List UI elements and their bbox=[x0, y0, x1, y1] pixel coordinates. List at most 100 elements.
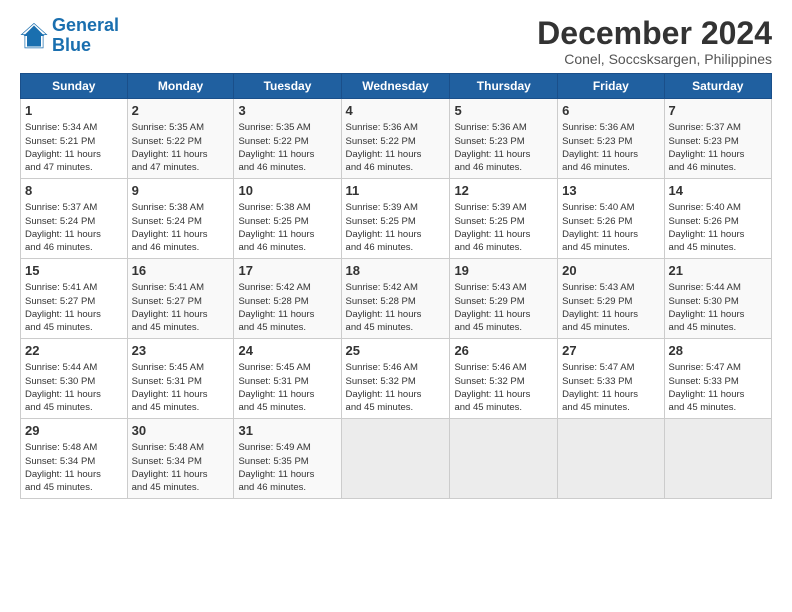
day-info: Daylight: 11 hours bbox=[25, 148, 123, 161]
header-row: Sunday Monday Tuesday Wednesday Thursday… bbox=[21, 74, 772, 99]
day-number: 15 bbox=[25, 262, 123, 280]
calendar-cell: 6Sunrise: 5:36 AMSunset: 5:23 PMDaylight… bbox=[558, 99, 664, 179]
day-number: 29 bbox=[25, 422, 123, 440]
day-info: Sunset: 5:23 PM bbox=[669, 135, 767, 148]
day-info: and 45 minutes. bbox=[238, 401, 336, 414]
day-number: 21 bbox=[669, 262, 767, 280]
day-info: and 46 minutes. bbox=[454, 161, 553, 174]
calendar-cell: 12Sunrise: 5:39 AMSunset: 5:25 PMDayligh… bbox=[450, 179, 558, 259]
day-info: Sunset: 5:22 PM bbox=[346, 135, 446, 148]
day-info: Sunrise: 5:39 AM bbox=[454, 201, 553, 214]
day-info: Sunset: 5:30 PM bbox=[669, 295, 767, 308]
calendar-cell: 25Sunrise: 5:46 AMSunset: 5:32 PMDayligh… bbox=[341, 339, 450, 419]
day-info: Sunrise: 5:46 AM bbox=[454, 361, 553, 374]
day-info: Sunset: 5:21 PM bbox=[25, 135, 123, 148]
calendar-cell: 29Sunrise: 5:48 AMSunset: 5:34 PMDayligh… bbox=[21, 419, 128, 499]
calendar-cell: 14Sunrise: 5:40 AMSunset: 5:26 PMDayligh… bbox=[664, 179, 771, 259]
col-sunday: Sunday bbox=[21, 74, 128, 99]
day-info: Daylight: 11 hours bbox=[238, 148, 336, 161]
day-info: and 45 minutes. bbox=[132, 481, 230, 494]
day-info: Sunrise: 5:48 AM bbox=[132, 441, 230, 454]
day-number: 30 bbox=[132, 422, 230, 440]
day-info: Sunset: 5:26 PM bbox=[669, 215, 767, 228]
calendar-cell: 16Sunrise: 5:41 AMSunset: 5:27 PMDayligh… bbox=[127, 259, 234, 339]
day-info: and 46 minutes. bbox=[25, 241, 123, 254]
day-info: Sunrise: 5:48 AM bbox=[25, 441, 123, 454]
day-info: Sunrise: 5:45 AM bbox=[132, 361, 230, 374]
col-saturday: Saturday bbox=[664, 74, 771, 99]
day-info: Sunset: 5:25 PM bbox=[238, 215, 336, 228]
day-info: and 45 minutes. bbox=[454, 321, 553, 334]
day-info: and 46 minutes. bbox=[238, 241, 336, 254]
calendar-cell: 30Sunrise: 5:48 AMSunset: 5:34 PMDayligh… bbox=[127, 419, 234, 499]
day-info: Sunset: 5:29 PM bbox=[562, 295, 659, 308]
day-info: Sunrise: 5:39 AM bbox=[346, 201, 446, 214]
day-info: Sunrise: 5:41 AM bbox=[25, 281, 123, 294]
day-info: Sunset: 5:28 PM bbox=[238, 295, 336, 308]
day-info: Sunset: 5:29 PM bbox=[454, 295, 553, 308]
day-info: Sunrise: 5:37 AM bbox=[669, 121, 767, 134]
day-info: Daylight: 11 hours bbox=[25, 388, 123, 401]
day-info: and 46 minutes. bbox=[669, 161, 767, 174]
day-info: Sunset: 5:34 PM bbox=[25, 455, 123, 468]
calendar-cell: 2Sunrise: 5:35 AMSunset: 5:22 PMDaylight… bbox=[127, 99, 234, 179]
header: General Blue December 2024 Conel, Soccsk… bbox=[20, 16, 772, 67]
day-info: Sunset: 5:27 PM bbox=[132, 295, 230, 308]
day-number: 22 bbox=[25, 342, 123, 360]
day-number: 7 bbox=[669, 102, 767, 120]
calendar-cell: 28Sunrise: 5:47 AMSunset: 5:33 PMDayligh… bbox=[664, 339, 771, 419]
day-info: Sunrise: 5:40 AM bbox=[562, 201, 659, 214]
logo-text: General Blue bbox=[52, 16, 119, 56]
logo: General Blue bbox=[20, 16, 119, 56]
day-info: and 46 minutes. bbox=[238, 161, 336, 174]
day-info: Sunrise: 5:35 AM bbox=[238, 121, 336, 134]
calendar-cell: 3Sunrise: 5:35 AMSunset: 5:22 PMDaylight… bbox=[234, 99, 341, 179]
day-number: 13 bbox=[562, 182, 659, 200]
day-number: 18 bbox=[346, 262, 446, 280]
day-info: and 45 minutes. bbox=[669, 321, 767, 334]
day-number: 14 bbox=[669, 182, 767, 200]
day-info: and 45 minutes. bbox=[669, 241, 767, 254]
day-info: Daylight: 11 hours bbox=[562, 388, 659, 401]
col-monday: Monday bbox=[127, 74, 234, 99]
day-info: and 46 minutes. bbox=[346, 161, 446, 174]
day-info: Sunset: 5:30 PM bbox=[25, 375, 123, 388]
day-info: and 45 minutes. bbox=[562, 401, 659, 414]
day-info: Sunset: 5:34 PM bbox=[132, 455, 230, 468]
col-friday: Friday bbox=[558, 74, 664, 99]
day-info: Sunrise: 5:41 AM bbox=[132, 281, 230, 294]
day-info: Sunset: 5:24 PM bbox=[25, 215, 123, 228]
day-info: and 45 minutes. bbox=[669, 401, 767, 414]
calendar-cell: 18Sunrise: 5:42 AMSunset: 5:28 PMDayligh… bbox=[341, 259, 450, 339]
title-block: December 2024 Conel, Soccsksargen, Phili… bbox=[537, 16, 772, 67]
day-info: Sunrise: 5:42 AM bbox=[238, 281, 336, 294]
day-info: Sunset: 5:31 PM bbox=[132, 375, 230, 388]
day-info: and 45 minutes. bbox=[132, 401, 230, 414]
day-number: 28 bbox=[669, 342, 767, 360]
day-number: 24 bbox=[238, 342, 336, 360]
day-number: 23 bbox=[132, 342, 230, 360]
col-thursday: Thursday bbox=[450, 74, 558, 99]
day-info: Daylight: 11 hours bbox=[562, 308, 659, 321]
day-number: 9 bbox=[132, 182, 230, 200]
day-number: 3 bbox=[238, 102, 336, 120]
calendar-cell: 19Sunrise: 5:43 AMSunset: 5:29 PMDayligh… bbox=[450, 259, 558, 339]
day-info: Daylight: 11 hours bbox=[562, 228, 659, 241]
day-info: and 46 minutes. bbox=[238, 481, 336, 494]
day-info: and 46 minutes. bbox=[346, 241, 446, 254]
day-number: 1 bbox=[25, 102, 123, 120]
day-info: and 47 minutes. bbox=[25, 161, 123, 174]
day-info: Daylight: 11 hours bbox=[669, 388, 767, 401]
calendar-cell bbox=[558, 419, 664, 499]
day-info: Daylight: 11 hours bbox=[669, 148, 767, 161]
day-info: Daylight: 11 hours bbox=[454, 228, 553, 241]
calendar-cell: 4Sunrise: 5:36 AMSunset: 5:22 PMDaylight… bbox=[341, 99, 450, 179]
calendar-cell: 9Sunrise: 5:38 AMSunset: 5:24 PMDaylight… bbox=[127, 179, 234, 259]
day-number: 31 bbox=[238, 422, 336, 440]
day-number: 26 bbox=[454, 342, 553, 360]
day-number: 19 bbox=[454, 262, 553, 280]
calendar-row: 29Sunrise: 5:48 AMSunset: 5:34 PMDayligh… bbox=[21, 419, 772, 499]
day-info: Sunrise: 5:42 AM bbox=[346, 281, 446, 294]
day-info: Sunset: 5:24 PM bbox=[132, 215, 230, 228]
day-info: Sunrise: 5:37 AM bbox=[25, 201, 123, 214]
